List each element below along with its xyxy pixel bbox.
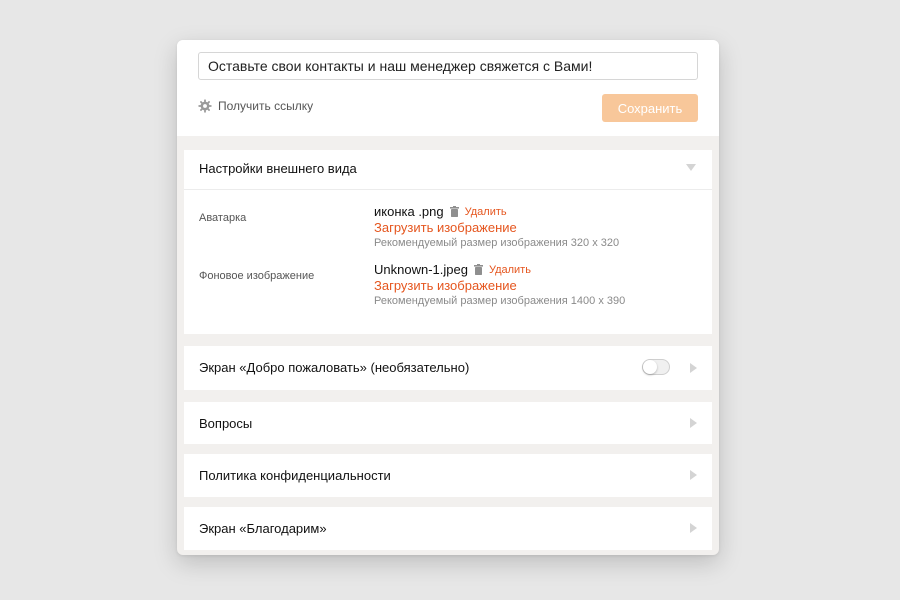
background-file-row: Unknown-1.jpeg Удалить [374,262,531,277]
privacy-policy-section[interactable]: Политика конфиденциальности [184,454,712,497]
get-link-button[interactable]: Получить ссылку [198,98,313,114]
appearance-settings-title[interactable]: Настройки внешнего вида [199,161,357,176]
chevron-right-icon[interactable] [690,523,697,533]
get-link-label: Получить ссылку [218,99,314,113]
chevron-right-icon[interactable] [690,363,697,373]
form-header: Получить ссылку Сохранить [177,40,719,136]
appearance-settings-section: Настройки внешнего вида Аватарка иконка … [184,150,712,334]
questions-section[interactable]: Вопросы [184,402,712,444]
background-upload-link[interactable]: Загрузить изображение [374,278,517,293]
form-settings-panel: Получить ссылку Сохранить Настройки внеш… [177,40,719,555]
avatar-file-name: иконка .png [374,204,444,219]
thank-you-screen-section[interactable]: Экран «Благодарим» [184,507,712,550]
chevron-right-icon[interactable] [690,418,697,428]
welcome-screen-title: Экран «Добро пожаловать» (необязательно) [199,360,470,375]
welcome-screen-toggle[interactable] [642,359,670,375]
privacy-policy-title: Политика конфиденциальности [199,468,391,483]
chevron-right-icon[interactable] [690,470,697,480]
gear-icon [198,99,212,113]
thank-you-screen-title: Экран «Благодарим» [199,521,327,536]
section-divider [184,189,712,190]
background-size-hint: Рекомендуемый размер изображения 1400 x … [374,295,626,307]
form-title-input[interactable] [198,52,698,80]
background-delete-link[interactable]: Удалить [489,264,531,276]
avatar-delete-link[interactable]: Удалить [465,206,507,218]
toggle-knob [643,360,657,374]
trash-icon[interactable] [473,264,483,275]
save-button[interactable]: Сохранить [602,94,698,122]
chevron-down-icon[interactable] [686,164,696,171]
avatar-size-hint: Рекомендуемый размер изображения 320 x 3… [374,237,620,249]
welcome-screen-section[interactable]: Экран «Добро пожаловать» (необязательно) [184,346,712,390]
trash-icon[interactable] [449,206,459,217]
background-image-label: Фоновое изображение [199,270,315,282]
questions-title: Вопросы [199,416,253,431]
avatar-file-row: иконка .png Удалить [374,204,507,219]
background-file-name: Unknown-1.jpeg [374,262,468,277]
avatar-upload-link[interactable]: Загрузить изображение [374,220,517,235]
avatar-label: Аватарка [199,212,247,224]
